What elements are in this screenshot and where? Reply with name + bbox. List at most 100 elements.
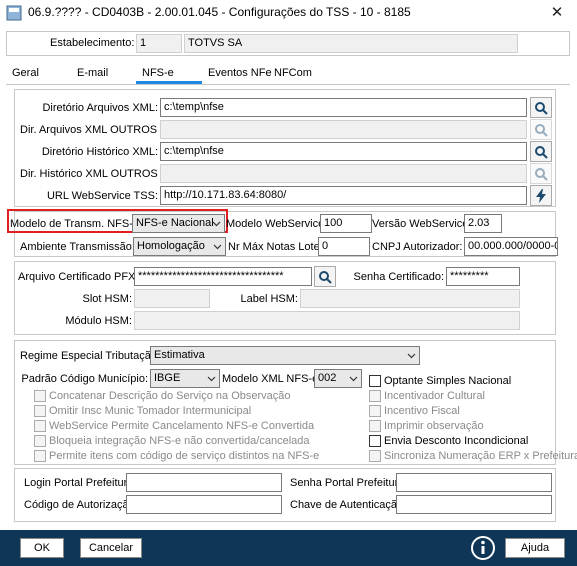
- checkbox-concatenar-label: Concatenar Descrição do Serviço na Obser…: [49, 390, 291, 402]
- chave-autenticacao-field[interactable]: [396, 495, 552, 514]
- dir-outros-label: Dir. Arquivos XML OUTROS SO:: [20, 124, 180, 136]
- label-hsm-label: Label HSM:: [240, 293, 298, 305]
- nr-max-field[interactable]: 0: [318, 237, 370, 256]
- checkbox-sincroniza-label: Sincroniza Numeração ERP x Prefeitura: [384, 450, 577, 462]
- lightning-icon: [536, 188, 546, 203]
- versao-ws-field[interactable]: 2.03: [464, 214, 502, 233]
- modelo-transm-label: Modelo de Transm. NFS-e:: [10, 218, 143, 230]
- estabelecimento-label: Estabelecimento:: [50, 37, 135, 49]
- dir-hist-label: Diretório Histórico XML:: [41, 146, 158, 158]
- chevron-down-icon: [213, 244, 222, 250]
- checkbox-omitir-label: Omitir Insc Munic Tomador Intermunicipal: [49, 405, 252, 417]
- senha-cert-field[interactable]: *********: [446, 267, 520, 286]
- search-dir-outros-button[interactable]: [530, 119, 552, 140]
- arquivo-cert-label: Arquivo Certificado PFX:: [18, 271, 139, 283]
- dir-hist-field[interactable]: c:\temp\nfse: [160, 142, 527, 161]
- title-bar: 06.9.???? - CD0403B - 2.00.01.045 - Conf…: [0, 0, 577, 26]
- dir-xml-field[interactable]: c:\temp\nfse: [160, 98, 527, 117]
- tab-divider: [6, 84, 570, 85]
- chevron-down-icon: [407, 353, 416, 359]
- estabelecimento-name-field[interactable]: TOTVS SA: [184, 34, 518, 53]
- search-cert-button[interactable]: [314, 266, 336, 287]
- checkbox-optante-simples[interactable]: [369, 375, 381, 387]
- checkbox-concatenar[interactable]: [34, 390, 46, 402]
- checkbox-optante-simples-label: Optante Simples Nacional: [384, 375, 512, 387]
- senha-portal-field[interactable]: [396, 473, 552, 492]
- codigo-autorizacao-field[interactable]: [126, 495, 282, 514]
- modelo-transm-value: NFS-e Nacional: [136, 217, 214, 229]
- test-connection-button[interactable]: [530, 185, 552, 206]
- padrao-municipio-select[interactable]: IBGE: [150, 369, 220, 388]
- senha-cert-label: Senha Certificado:: [353, 271, 445, 283]
- modulo-hsm-field[interactable]: [134, 311, 520, 330]
- search-icon: [535, 123, 548, 137]
- regime-select[interactable]: Estimativa: [150, 346, 420, 365]
- tab-eventos-nfe[interactable]: Eventos NFe: [208, 67, 272, 79]
- checkbox-envia-desconto[interactable]: [369, 435, 381, 447]
- search-icon: [535, 167, 548, 181]
- info-icon: [471, 536, 495, 560]
- estabelecimento-code-field[interactable]: 1: [136, 34, 182, 53]
- checkbox-bloqueia[interactable]: [34, 435, 46, 447]
- login-portal-field[interactable]: [126, 473, 282, 492]
- modelo-ws-label: Modelo WebService:: [226, 218, 328, 230]
- url-field[interactable]: http://10.171.83.64:8080/: [160, 186, 527, 205]
- chave-autenticacao-label: Chave de Autenticação:: [290, 499, 407, 511]
- checkbox-imprimir-obs[interactable]: [369, 420, 381, 432]
- tab-nfcom[interactable]: NFCom: [274, 67, 312, 79]
- tab-nfse[interactable]: NFS-e: [142, 67, 174, 79]
- padrao-municipio-value: IBGE: [154, 372, 181, 384]
- versao-ws-label: Versão WebService:: [372, 218, 472, 230]
- slot-hsm-field[interactable]: [134, 289, 210, 308]
- chevron-down-icon: [207, 376, 216, 382]
- search-dir-hist-button[interactable]: [530, 141, 552, 162]
- checkbox-permite-itens-label: Permite itens com código de serviço dist…: [49, 450, 320, 462]
- cancel-button[interactable]: Cancelar: [80, 538, 142, 558]
- search-icon: [319, 270, 332, 284]
- nr-max-label: Nr Máx Notas Lote:: [228, 241, 323, 253]
- chevron-down-icon: [212, 221, 221, 227]
- checkbox-ws-cancelamento-label: WebService Permite Cancelamento NFS-e Co…: [49, 420, 315, 432]
- modelo-xml-value: 002: [318, 372, 337, 384]
- search-dir-xml-button[interactable]: [530, 97, 552, 118]
- tab-email[interactable]: E-mail: [77, 67, 108, 79]
- help-button[interactable]: Ajuda: [505, 538, 565, 558]
- checkbox-ws-cancelamento[interactable]: [34, 420, 46, 432]
- dir-xml-label: Diretório Arquivos XML:: [42, 102, 158, 114]
- ambiente-value: Homologação: [137, 240, 205, 252]
- checkbox-imprimir-obs-label: Imprimir observação: [384, 420, 484, 432]
- dir-hist-outros-field[interactable]: [160, 164, 527, 183]
- codigo-autorizacao-label: Código de Autorização:: [24, 499, 138, 511]
- checkbox-incentivador-cultural-label: Incentivador Cultural: [384, 390, 485, 402]
- regime-label: Regime Especial Tributação:: [20, 350, 161, 362]
- regime-value: Estimativa: [154, 349, 205, 361]
- ok-button[interactable]: OK: [20, 538, 64, 558]
- tab-geral[interactable]: Geral: [12, 67, 39, 79]
- label-hsm-field[interactable]: [300, 289, 520, 308]
- dir-outros-field[interactable]: [160, 120, 527, 139]
- ambiente-select[interactable]: Homologação: [133, 237, 226, 256]
- info-button[interactable]: [470, 535, 496, 561]
- modelo-transm-select[interactable]: NFS-e Nacional: [132, 214, 225, 233]
- modulo-hsm-label: Módulo HSM:: [65, 315, 132, 327]
- checkbox-omitir[interactable]: [34, 405, 46, 417]
- checkbox-bloqueia-label: Bloqueia integração NFS-e não convertida…: [49, 435, 310, 447]
- chevron-down-icon: [349, 376, 358, 382]
- checkbox-incentivo-fiscal[interactable]: [369, 405, 381, 417]
- close-icon[interactable]: ✕: [546, 2, 568, 24]
- app-icon: [6, 5, 22, 21]
- checkbox-permite-itens[interactable]: [34, 450, 46, 462]
- cnpj-field[interactable]: 00.000.000/0000-00: [464, 237, 558, 256]
- ambiente-label: Ambiente Transmissão:: [20, 241, 135, 253]
- arquivo-cert-field[interactable]: **********************************: [134, 267, 312, 286]
- modelo-xml-label: Modelo XML NFS-e:: [222, 373, 322, 385]
- search-icon: [535, 101, 548, 115]
- checkbox-envia-desconto-label: Envia Desconto Incondicional: [384, 435, 529, 447]
- checkbox-incentivador-cultural[interactable]: [369, 390, 381, 402]
- modelo-ws-field[interactable]: 100: [320, 214, 372, 233]
- checkbox-sincroniza[interactable]: [369, 450, 381, 462]
- search-dir-hist-outros-button[interactable]: [530, 163, 552, 184]
- senha-portal-label: Senha Portal Prefeitura:: [290, 477, 408, 489]
- modelo-xml-select[interactable]: 002: [314, 369, 362, 388]
- cnpj-label: CNPJ Autorizador:: [372, 241, 463, 253]
